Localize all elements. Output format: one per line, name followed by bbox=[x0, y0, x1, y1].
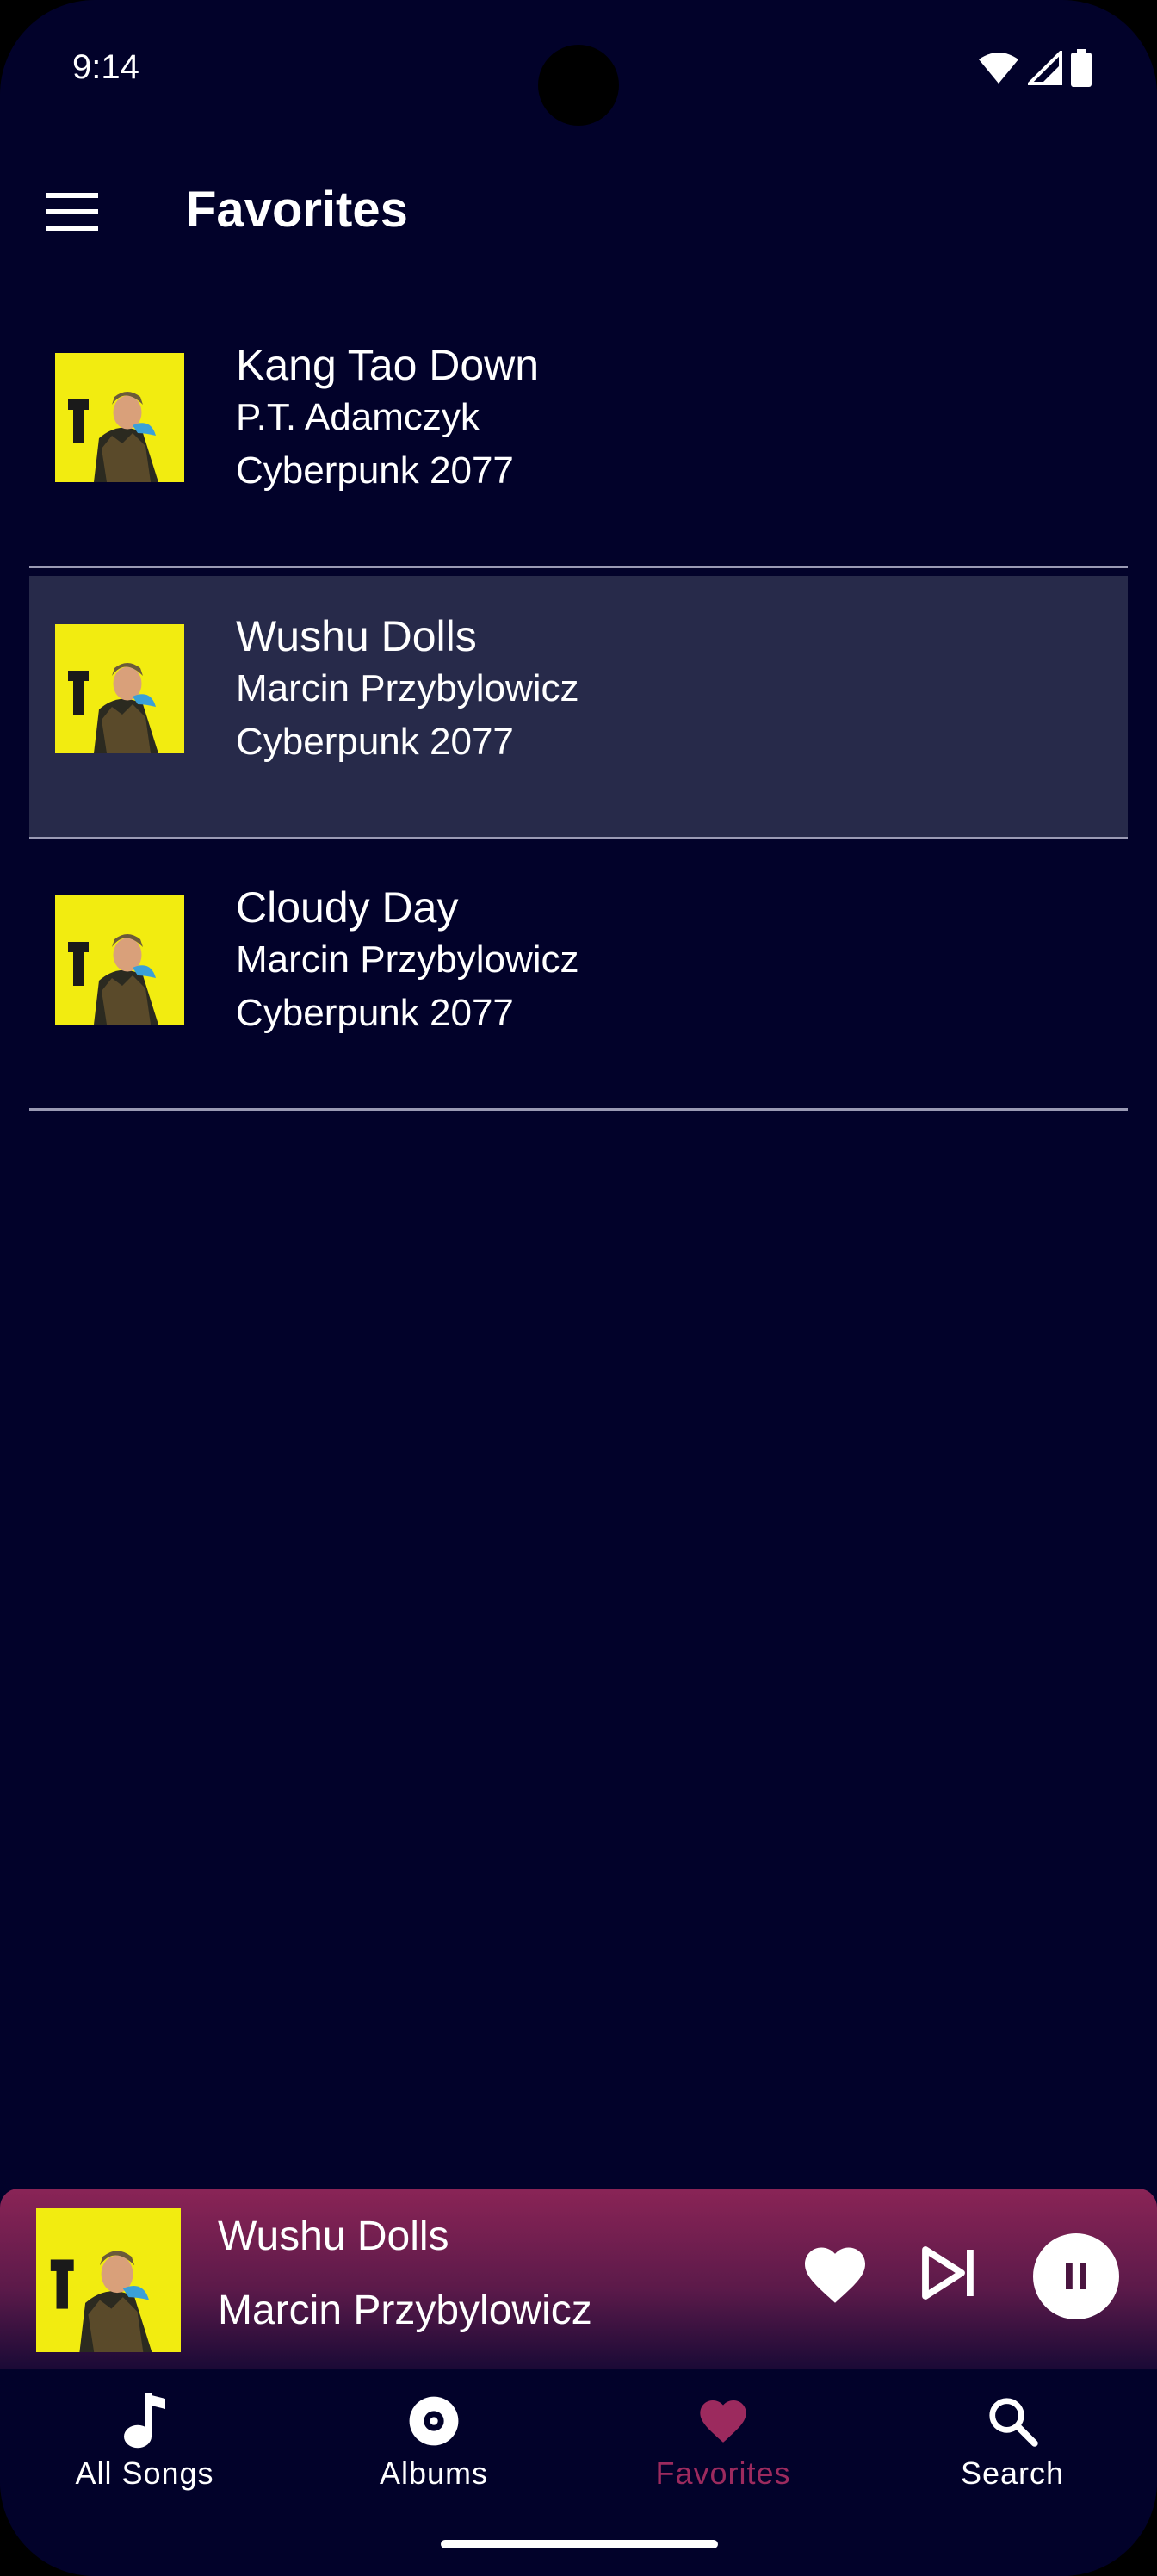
search-icon bbox=[985, 2393, 1040, 2449]
song-album: Cyberpunk 2077 bbox=[236, 721, 514, 763]
pause-button[interactable] bbox=[1033, 2233, 1119, 2319]
heart-icon bbox=[799, 2239, 871, 2311]
skip-next-icon bbox=[922, 2246, 974, 2300]
nav-label: Favorites bbox=[655, 2455, 791, 2491]
nav-item-search[interactable]: Search bbox=[883, 2393, 1142, 2497]
song-title: Cloudy Day bbox=[236, 883, 459, 932]
nav-label: All Songs bbox=[75, 2455, 214, 2491]
nav-item-favorites[interactable]: Favorites bbox=[594, 2393, 852, 2497]
pause-icon bbox=[1066, 2263, 1086, 2289]
now-playing-artist: Marcin Przybylowicz bbox=[218, 2288, 592, 2333]
gesture-navigation-bar[interactable] bbox=[441, 2540, 718, 2548]
song-title: Wushu Dolls bbox=[236, 612, 477, 660]
status-time: 9:14 bbox=[72, 48, 139, 86]
nav-item-all-songs[interactable]: All Songs bbox=[15, 2393, 274, 2497]
now-playing-bar[interactable]: Wushu Dolls Marcin Przybylowicz bbox=[0, 2189, 1157, 2369]
song-album: Cyberpunk 2077 bbox=[236, 449, 514, 492]
song-row-selected[interactable]: Wushu Dolls Marcin Przybylowicz Cyberpun… bbox=[29, 576, 1128, 839]
like-button[interactable] bbox=[799, 2239, 871, 2311]
song-text: Kang Tao Down P.T. Adamczyk Cyberpunk 20… bbox=[236, 339, 539, 498]
skip-next-button[interactable] bbox=[913, 2237, 985, 2309]
song-artist: Marcin Przybylowicz bbox=[236, 667, 579, 709]
cell-signal-icon bbox=[1028, 51, 1062, 85]
album-art bbox=[55, 353, 184, 482]
favorites-song-list: Kang Tao Down P.T. Adamczyk Cyberpunk 20… bbox=[29, 305, 1128, 1118]
song-text: Cloudy Day Marcin Przybylowicz Cyberpunk… bbox=[236, 882, 579, 1040]
hamburger-menu-icon bbox=[46, 193, 98, 231]
nav-item-albums[interactable]: Albums bbox=[305, 2393, 563, 2497]
page-title: Favorites bbox=[186, 182, 408, 238]
song-row[interactable]: Cloudy Day Marcin Przybylowicz Cyberpunk… bbox=[29, 847, 1128, 1111]
song-artist: P.T. Adamczyk bbox=[236, 396, 480, 438]
song-title: Kang Tao Down bbox=[236, 341, 540, 389]
album-art bbox=[55, 624, 184, 753]
status-bar: 9:14 bbox=[0, 0, 1157, 129]
song-row[interactable]: Kang Tao Down P.T. Adamczyk Cyberpunk 20… bbox=[29, 305, 1128, 568]
nav-label: Search bbox=[960, 2455, 1065, 2491]
song-text: Wushu Dolls Marcin Przybylowicz Cyberpun… bbox=[236, 610, 579, 769]
album-disc-icon bbox=[406, 2393, 461, 2449]
wifi-icon bbox=[979, 53, 1018, 84]
music-note-icon bbox=[117, 2393, 172, 2449]
song-artist: Marcin Przybylowicz bbox=[236, 938, 579, 981]
status-icons bbox=[978, 46, 1092, 90]
now-playing-album-art bbox=[36, 2208, 181, 2352]
camera-cutout bbox=[538, 45, 619, 126]
album-art bbox=[55, 895, 184, 1025]
battery-icon bbox=[1071, 49, 1092, 87]
app-bar: Favorites bbox=[0, 155, 1157, 267]
song-album: Cyberpunk 2077 bbox=[236, 992, 514, 1034]
menu-button[interactable] bbox=[33, 172, 112, 251]
heart-icon bbox=[696, 2393, 751, 2449]
phone-screen: 9:14 Favorites Kang Tao Down P.T. Adamcz… bbox=[0, 0, 1157, 2576]
now-playing-title: Wushu Dolls bbox=[218, 2214, 449, 2259]
nav-label: Albums bbox=[379, 2455, 489, 2491]
